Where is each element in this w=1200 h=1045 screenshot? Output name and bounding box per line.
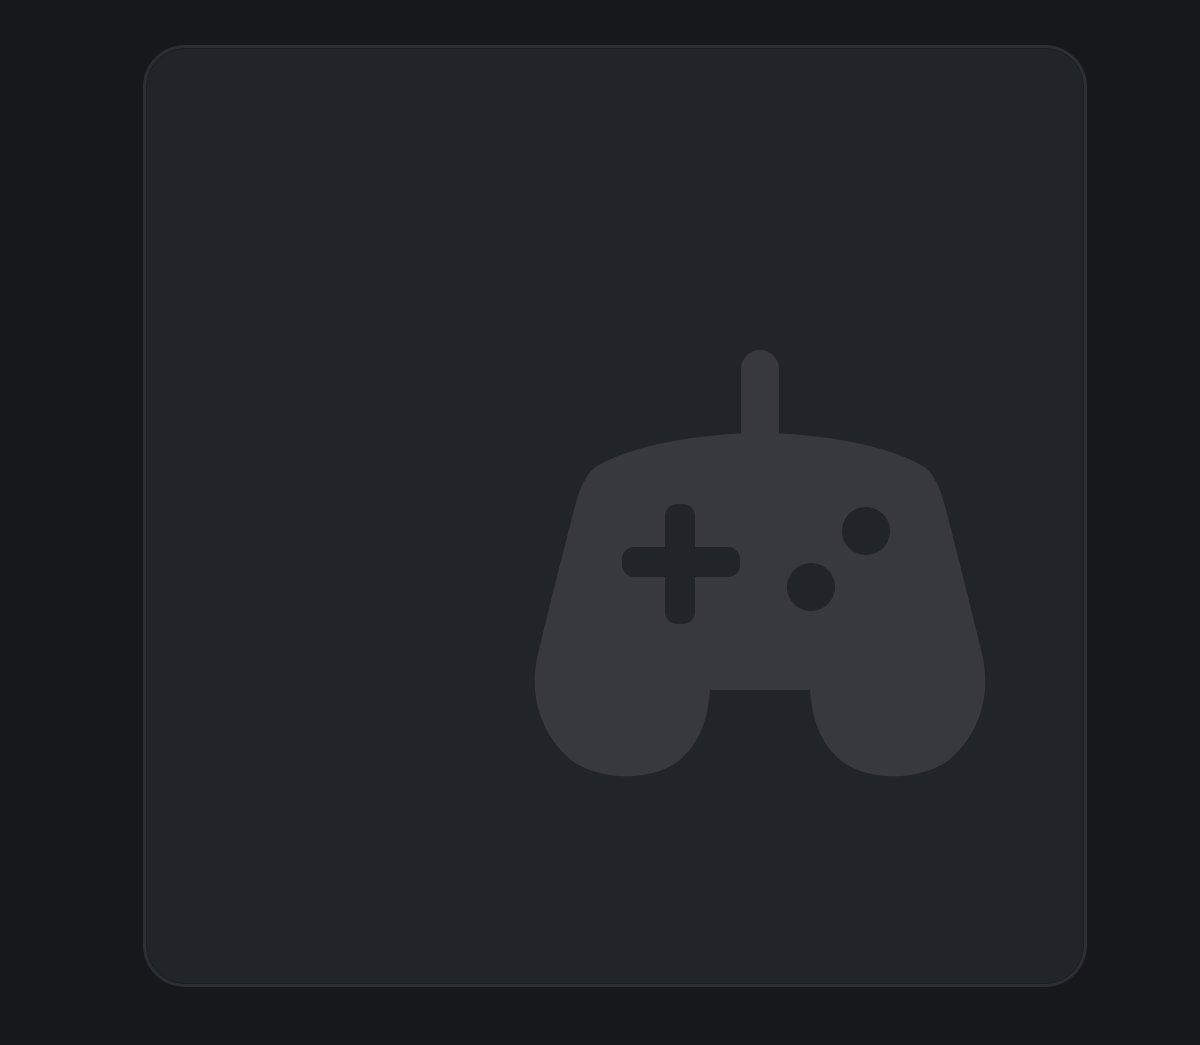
game-thumbnail-placeholder[interactable] [143,45,1087,987]
gamepad-icon-graphic [534,350,986,777]
gamepad-icon [534,350,986,778]
game-thumbnail-view [0,0,1200,1045]
